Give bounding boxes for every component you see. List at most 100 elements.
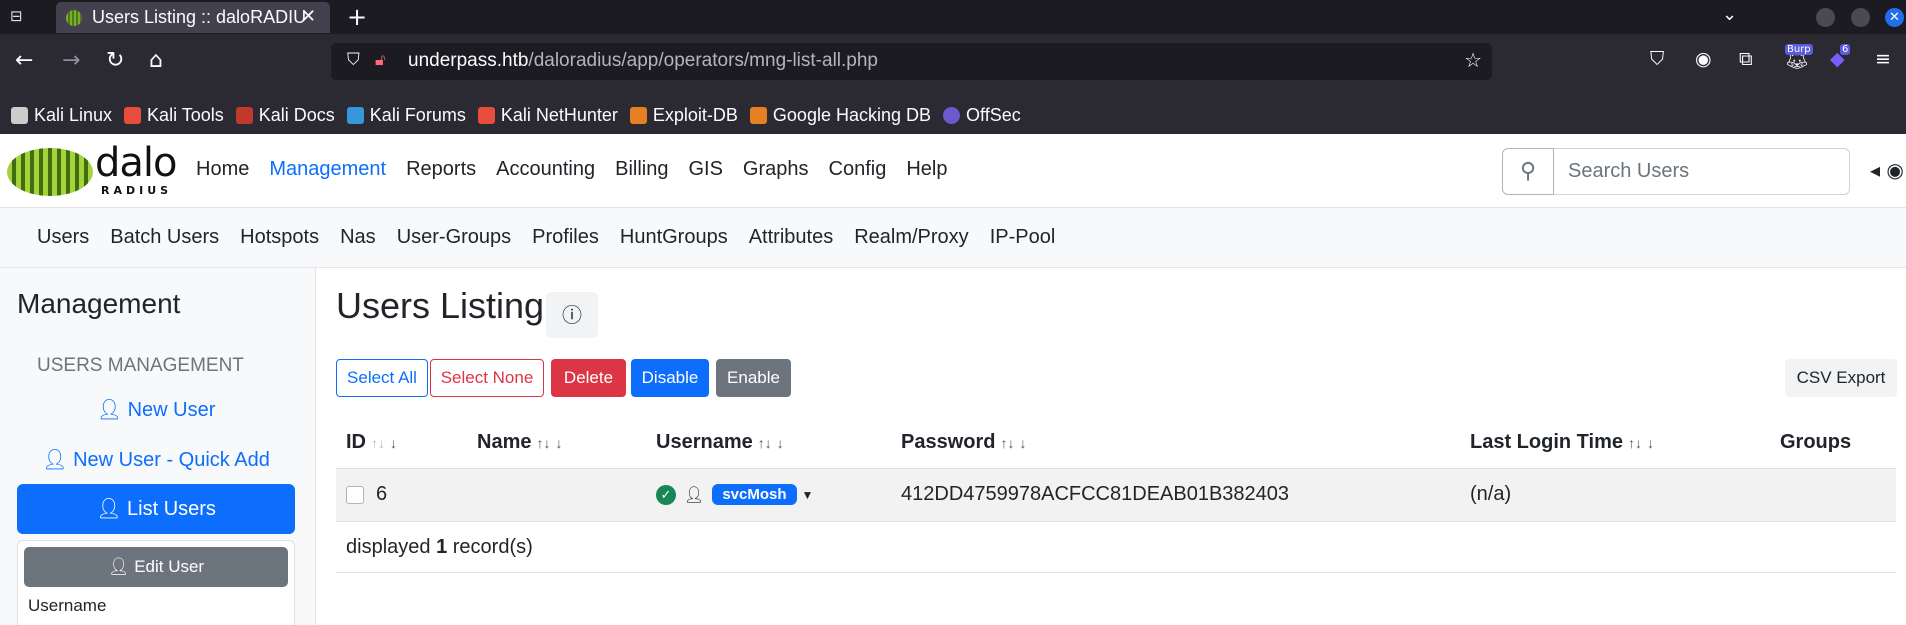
- subnav-realm-proxy[interactable]: Realm/Proxy: [854, 226, 968, 249]
- edit-user-button[interactable]: 👤︎ Edit User: [24, 547, 288, 587]
- bookmark-kali-linux[interactable]: Kali Linux: [11, 105, 112, 126]
- status-check-icon: ✓: [656, 484, 676, 505]
- sidebar-list-users-button[interactable]: 👤︎ List Users: [17, 484, 295, 534]
- sidebar-new-user-link[interactable]: 👤︎ New User: [17, 397, 295, 422]
- daloradius-logo[interactable]: dalo RADIUS: [7, 140, 177, 198]
- subnav-user-groups[interactable]: User-Groups: [397, 226, 511, 249]
- user-menu-icon[interactable]: ◂ ◉: [1870, 158, 1904, 182]
- bookmark-exploit-db[interactable]: Exploit-DB: [629, 105, 738, 126]
- insecure-lock-icon[interactable]: 🔓︎: [375, 50, 385, 70]
- bookmark-kali-forums[interactable]: Kali Forums: [346, 105, 466, 126]
- subnav-attributes[interactable]: Attributes: [749, 226, 833, 249]
- close-tab-icon[interactable]: ✕: [301, 6, 316, 27]
- sort-asc-icon[interactable]: ↑↓: [1000, 435, 1014, 451]
- sort-desc-icon[interactable]: ↓: [1647, 435, 1654, 451]
- nav-management[interactable]: Management: [269, 158, 386, 181]
- account-icon[interactable]: ◉: [1695, 48, 1712, 70]
- nav-billing[interactable]: Billing: [615, 158, 668, 181]
- reload-icon[interactable]: ↻: [106, 48, 124, 73]
- forward-arrow-icon[interactable]: →: [62, 48, 80, 73]
- bookmark-star-icon[interactable]: ☆: [1464, 48, 1482, 72]
- url-text[interactable]: underpass.htb/daloradius/app/operators/m…: [408, 50, 878, 72]
- nav-accounting[interactable]: Accounting: [496, 158, 595, 181]
- back-arrow-icon[interactable]: ←: [15, 48, 33, 73]
- nav-gis[interactable]: GIS: [688, 158, 722, 181]
- tab-overflow-chevron-icon[interactable]: ⌄: [1722, 4, 1737, 25]
- bookmark-google-hacking-db[interactable]: Google Hacking DB: [749, 105, 931, 126]
- sort-desc-icon[interactable]: ↓: [390, 435, 397, 451]
- sidebar-quick-add-label: New User - Quick Add: [73, 449, 270, 471]
- col-name-header[interactable]: Name ↑↓ ↓: [467, 418, 646, 469]
- csv-export-button[interactable]: CSV Export: [1785, 359, 1897, 397]
- sort-desc-icon[interactable]: ↓: [1019, 435, 1026, 451]
- management-subnav: Users Batch Users Hotspots Nas User-Grou…: [0, 208, 1906, 268]
- col-last-login-header[interactable]: Last Login Time ↑↓ ↓: [1460, 418, 1770, 469]
- url-bar[interactable]: ⛉ 🔓︎ underpass.htb/daloradius/app/operat…: [331, 43, 1492, 80]
- sort-asc-icon[interactable]: ↑↓: [758, 435, 772, 451]
- col-username-header[interactable]: Username ↑↓ ↓: [646, 418, 891, 469]
- extensions-icon[interactable]: ⧉: [1739, 48, 1753, 70]
- nav-home[interactable]: Home: [196, 158, 249, 181]
- cell-username: ✓ 👤︎ svcMosh ▼: [646, 468, 891, 522]
- logo-melon-icon: [7, 148, 93, 196]
- row-checkbox[interactable]: [346, 485, 364, 504]
- sort-asc-icon[interactable]: ↑↓: [1628, 435, 1642, 451]
- search-users-input[interactable]: [1554, 148, 1850, 195]
- sort-asc-icon[interactable]: ↑↓: [536, 435, 550, 451]
- subnav-batch-users[interactable]: Batch Users: [110, 226, 219, 249]
- browser-tab[interactable]: Users Listing :: daloRADIUS ✕: [56, 2, 330, 33]
- bookmark-offsec[interactable]: OffSec: [943, 105, 1021, 126]
- subnav-profiles[interactable]: Profiles: [532, 226, 599, 249]
- tab-title: Users Listing :: daloRADIUS: [92, 7, 306, 27]
- help-question-icon[interactable]: ⓘ: [546, 292, 598, 338]
- delete-button[interactable]: Delete: [551, 359, 626, 397]
- nav-reports[interactable]: Reports: [406, 158, 476, 181]
- sidebar-new-user-label: New User: [127, 399, 216, 421]
- close-window-button[interactable]: ✕: [1885, 8, 1904, 27]
- username-badge[interactable]: svcMosh: [712, 484, 797, 506]
- sort-desc-icon[interactable]: ↓: [555, 435, 562, 451]
- subnav-huntgroups[interactable]: HuntGroups: [620, 226, 728, 249]
- ghdb-icon: [749, 107, 767, 124]
- subnav-nas[interactable]: Nas: [340, 226, 376, 249]
- logo-subtext: RADIUS: [101, 184, 173, 197]
- select-all-button[interactable]: Select All: [336, 359, 428, 397]
- logo-text: dalo: [95, 140, 177, 186]
- cell-id: 6: [336, 468, 467, 522]
- tracking-shield-icon[interactable]: ⛉: [347, 50, 360, 70]
- bookmark-kali-docs[interactable]: Kali Docs: [235, 105, 335, 126]
- disable-button[interactable]: Disable: [631, 359, 709, 397]
- browser-tabstrip: ⊟ Users Listing :: daloRADIUS ✕ + ⌄ ✕: [0, 0, 1906, 34]
- bookmark-kali-nethunter[interactable]: Kali NetHunter: [477, 105, 618, 126]
- daloradius-favicon-icon: [66, 9, 82, 26]
- app-header: dalo RADIUS Home Management Reports Acco…: [0, 134, 1906, 208]
- subnav-ip-pool[interactable]: IP-Pool: [990, 226, 1056, 249]
- pocket-icon[interactable]: ⛉: [1650, 48, 1664, 70]
- user-dropdown-caret-icon[interactable]: ▼: [802, 488, 814, 502]
- subnav-users[interactable]: Users: [37, 226, 89, 249]
- browser-navbar: ← → ↻ ⌂ ⛉ 🔓︎ underpass.htb/daloradius/ap…: [0, 34, 1906, 105]
- subnav-hotspots[interactable]: Hotspots: [240, 226, 319, 249]
- nav-graphs[interactable]: Graphs: [743, 158, 809, 181]
- bookmark-label: OffSec: [966, 105, 1021, 125]
- enable-button[interactable]: Enable: [716, 359, 791, 397]
- hamburger-menu-icon[interactable]: ≡: [1875, 48, 1891, 70]
- col-password-header[interactable]: Password ↑↓ ↓: [891, 418, 1460, 469]
- search-icon[interactable]: ⚲: [1502, 148, 1554, 195]
- tab-list-icon[interactable]: ⊟: [10, 7, 32, 27]
- cell-last-login: (n/a): [1460, 468, 1770, 522]
- select-none-button[interactable]: Select None: [430, 359, 544, 397]
- url-host: underpass.htb: [408, 50, 529, 71]
- home-icon[interactable]: ⌂: [149, 48, 163, 73]
- new-tab-icon[interactable]: +: [347, 3, 367, 31]
- minimize-window-button[interactable]: [1816, 8, 1835, 27]
- sidebar-quick-add-link[interactable]: 👤︎ New User - Quick Add: [17, 447, 295, 472]
- sort-asc-icon[interactable]: ↑↓: [371, 435, 385, 451]
- bookmark-kali-tools[interactable]: Kali Tools: [124, 105, 224, 126]
- bookmark-label: Kali NetHunter: [500, 105, 618, 125]
- nav-help[interactable]: Help: [906, 158, 947, 181]
- nav-config[interactable]: Config: [829, 158, 887, 181]
- maximize-window-button[interactable]: [1851, 8, 1870, 27]
- col-id-header[interactable]: ID ↑↓ ↓: [336, 418, 467, 469]
- sort-desc-icon[interactable]: ↓: [777, 435, 784, 451]
